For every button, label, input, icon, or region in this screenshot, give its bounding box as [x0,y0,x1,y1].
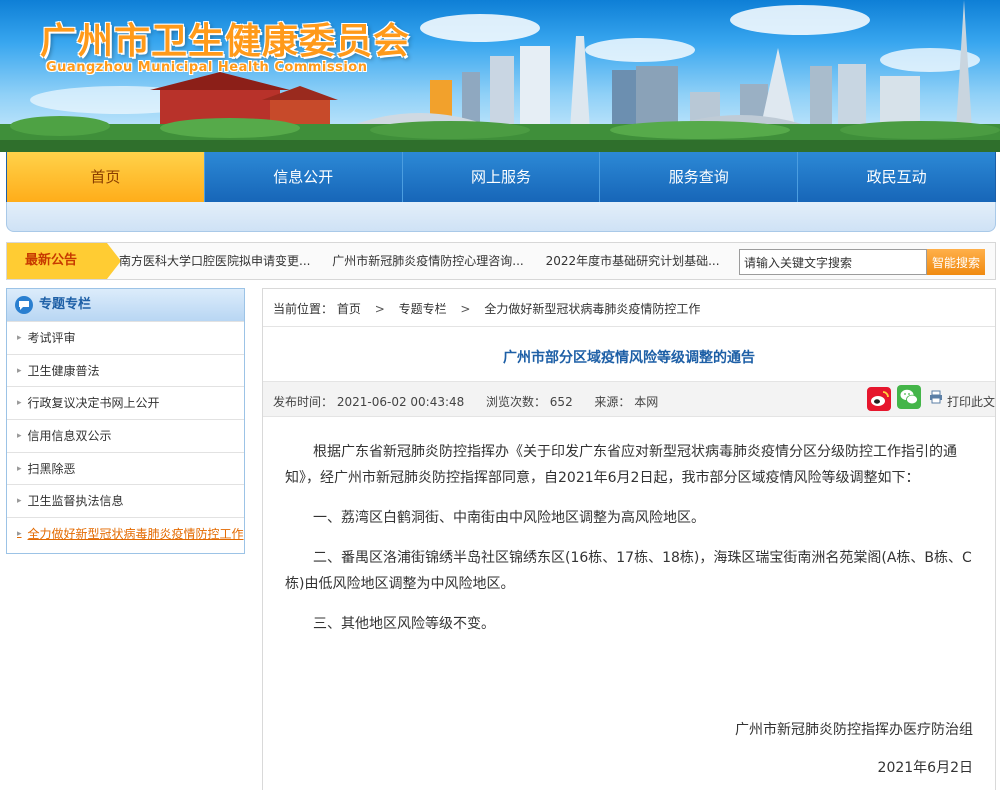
breadcrumb-link-home[interactable]: 首页 [337,302,361,316]
source-value: 本网 [634,395,658,409]
article-meta-bar: 发布时间： 2021-06-02 00:43:48 浏览次数： 652 来源： … [263,381,995,417]
article-paragraph: 根据广东省新冠肺炎防控指挥办《关于印发广东省应对新型冠状病毒肺炎疫情分区分级防控… [285,439,975,491]
sidebar-item-label: 全力做好新型冠状病毒肺炎疫情防控工作 [28,518,244,550]
sidebar-item-covid[interactable]: ▸ 全力做好新型冠状病毒肺炎疫情防控工作 [7,517,244,550]
nav-item-info-disclosure[interactable]: 信息公开 [205,152,403,202]
article-paragraph: 一、荔湾区白鹤洞街、中南街由中风险地区调整为高风险地区。 [285,505,975,531]
sidebar-title: 专题专栏 [39,289,91,321]
sidebar-item-label: 考试评审 [28,322,76,354]
breadcrumb-link-current[interactable]: 全力做好新型冠状病毒肺炎疫情防控工作 [484,302,700,316]
site-banner: 广州市卫生健康委员会 Guangzhou Municipal Health Co… [0,0,1000,152]
breadcrumb-separator: > [375,302,385,316]
view-count-label: 浏览次数： [486,395,546,409]
breadcrumb-link-column[interactable]: 专题专栏 [399,302,447,316]
article-date: 2021年6月2日 [878,757,973,777]
sidebar-item-label: 扫黑除恶 [28,453,76,485]
site-subtitle: Guangzhou Municipal Health Commission [46,60,367,75]
notice-bar: 最新公告 南方医科大学口腔医院拟申请变更... 广州市新冠肺炎疫情防控心理咨询.… [6,242,996,280]
view-count: 652 [550,395,573,409]
article-paragraph: 二、番禺区洛浦街锦绣半岛社区锦绣东区(16栋、17栋、18栋)，海珠区瑞宝街南洲… [285,545,975,597]
arrow-right-icon: ▸ [17,322,22,354]
notice-item[interactable]: 2022年度市基础研究计划基础... [546,254,720,268]
search-button[interactable]: 智能搜索 [927,249,985,275]
search-input[interactable] [739,249,927,275]
article-body: 根据广东省新冠肺炎防控指挥办《关于印发广东省应对新型冠状病毒肺炎疫情分区分级防控… [285,439,975,651]
divider [263,326,995,327]
arrow-right-icon: ▸ [17,518,22,550]
article-meta: 发布时间： 2021-06-02 00:43:48 浏览次数： 652 来源： … [273,393,658,410]
notice-item[interactable]: 南方医科大学口腔医院拟申请变更... [119,254,310,268]
article-paragraph: 三、其他地区风险等级不变。 [285,611,975,637]
sidebar-item-admin-review[interactable]: ▸ 行政复议决定书网上公开 [7,386,244,419]
arrow-right-icon: ▸ [17,420,22,452]
print-link[interactable]: 打印此文 [947,393,995,410]
sidebar-item-anti-crime[interactable]: ▸ 扫黑除恶 [7,452,244,485]
main-nav: 首页 信息公开 网上服务 服务查询 政民互动 [6,152,996,202]
wechat-icon[interactable] [897,385,921,409]
notice-tag: 最新公告 [7,243,107,279]
sidebar-item-label: 卫生健康普法 [28,355,100,387]
article-panel: 当前位置： 首页 > 专题专栏 > 全力做好新型冠状病毒肺炎疫情防控工作 广州市… [262,288,996,790]
sidebar-item-label: 信用信息双公示 [28,420,112,452]
article-signature: 广州市新冠肺炎防控指挥办医疗防治组 [735,719,973,739]
sidebar-header: 专题专栏 [7,289,244,321]
sidebar-item-credit-info[interactable]: ▸ 信用信息双公示 [7,419,244,452]
arrow-right-icon: ▸ [17,355,22,387]
notice-item[interactable]: 广州市新冠肺炎疫情防控心理咨询... [332,254,523,268]
notice-list: 南方医科大学口腔医院拟申请变更... 广州市新冠肺炎疫情防控心理咨询... 20… [119,243,738,279]
article-title: 广州市部分区域疫情风险等级调整的通告 [263,347,995,367]
site-title: 广州市卫生健康委员会 [40,12,410,64]
arrow-right-icon: ▸ [17,485,22,517]
publish-time-label: 发布时间： [273,395,333,409]
printer-icon[interactable] [929,390,943,404]
sidebar: 专题专栏 ▸ 考试评审 ▸ 卫生健康普法 ▸ 行政复议决定书网上公开 ▸ 信用信… [6,288,245,554]
sidebar-item-supervision[interactable]: ▸ 卫生监督执法信息 [7,484,244,517]
chat-bubble-icon [15,296,33,314]
breadcrumb: 当前位置： 首页 > 专题专栏 > 全力做好新型冠状病毒肺炎疫情防控工作 [273,300,700,317]
sidebar-item-label: 卫生监督执法信息 [28,485,124,517]
nav-item-online-service[interactable]: 网上服务 [403,152,601,202]
nav-item-home[interactable]: 首页 [7,152,205,202]
publish-time: 2021-06-02 00:43:48 [337,395,464,409]
nav-item-service-query[interactable]: 服务查询 [600,152,798,202]
arrow-right-icon: ▸ [17,387,22,419]
nav-item-interaction[interactable]: 政民互动 [798,152,995,202]
sidebar-item-health-law[interactable]: ▸ 卫生健康普法 [7,354,244,387]
weibo-icon[interactable] [867,387,891,411]
breadcrumb-separator: > [460,302,470,316]
source-label: 来源： [594,395,630,409]
sub-nav-bar [6,202,996,232]
arrow-right-icon: ▸ [17,453,22,485]
breadcrumb-prefix: 当前位置： [273,302,333,316]
sidebar-item-label: 行政复议决定书网上公开 [28,387,160,419]
sidebar-item-exam-review[interactable]: ▸ 考试评审 [7,321,244,354]
